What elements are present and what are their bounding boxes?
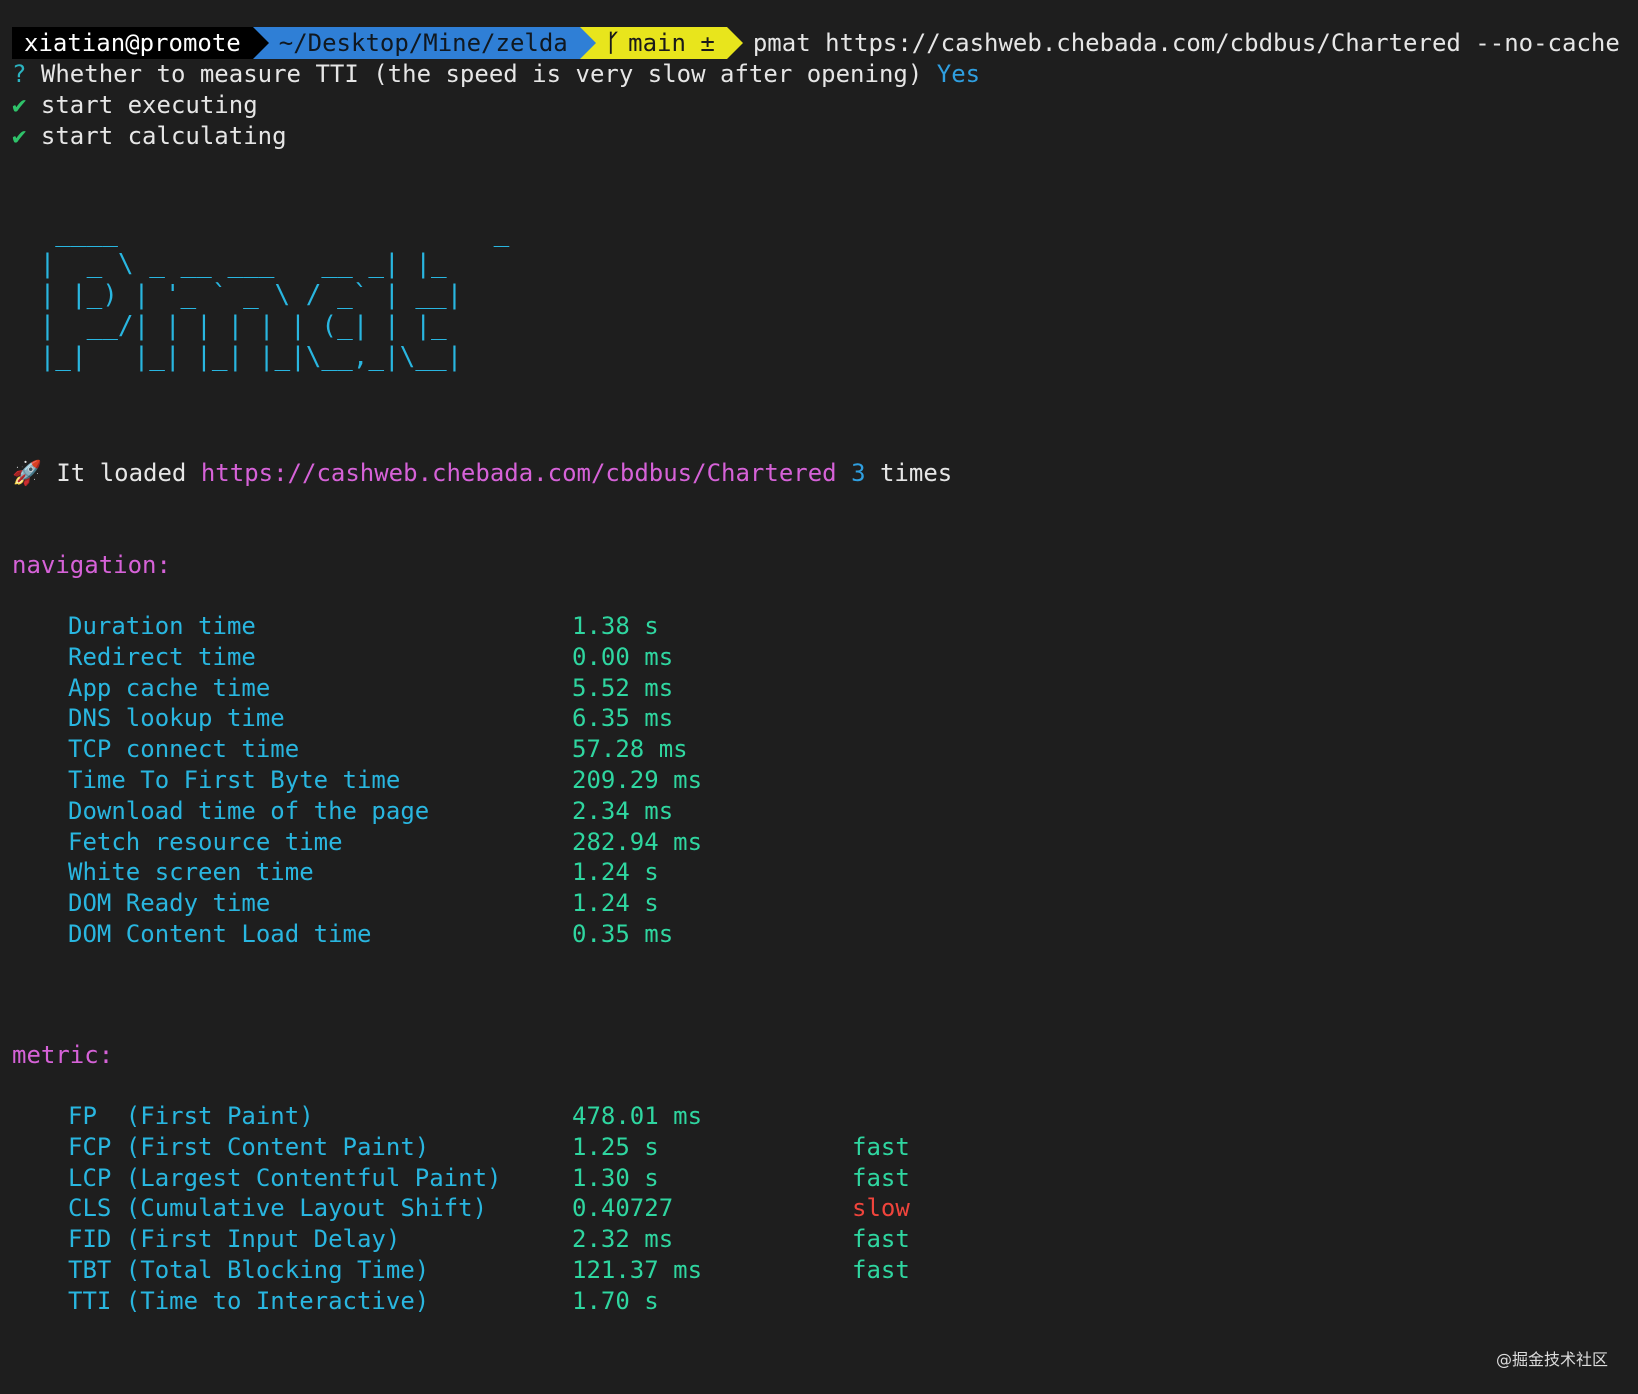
question-text: Whether to measure TTI (the speed is ver… (26, 60, 937, 88)
metric-label: Time To First Byte time (68, 766, 401, 794)
metric-value: 1.24 s (572, 889, 659, 918)
metric-value: 2.32 ms (572, 1225, 674, 1254)
metric-label: TBT (Total Blocking Time) (68, 1256, 430, 1284)
table-row: White screen time 1.24 s (0, 856, 1638, 888)
table-row: TCP connect time 57.28 ms (0, 733, 1638, 765)
metric-label: Fetch resource time (68, 827, 343, 856)
step-line: ✔ start executing (12, 89, 258, 121)
table-row: Redirect time 0.00 ms (0, 641, 1638, 673)
table-row: CLS (Cumulative Layout Shift) 0.40727 slow (0, 1192, 1638, 1224)
metric-value: 0.00 ms (572, 642, 674, 671)
metric-label: TTI (Time to Interactive) (68, 1286, 430, 1315)
metric-label: FID (First Input Delay) (68, 1225, 401, 1254)
table-row: FID (First Input Delay) 2.32 ms fast (0, 1223, 1638, 1255)
metric-value: 478.01 ms (572, 1102, 703, 1130)
rocket-icon: 🚀 (12, 459, 42, 487)
metric-value: 57.28 ms (572, 735, 688, 764)
check-icon: ✔ (12, 91, 27, 119)
table-row: TTI (Time to Interactive) 1.70 s (0, 1285, 1638, 1317)
metric-value: 6.35 ms (572, 704, 674, 733)
prompt-separator-icon (252, 27, 269, 59)
prompt-user: xiatian@promote (24, 29, 241, 57)
loaded-line: 🚀 It loaded https://cashweb.chebada.com/… (12, 457, 952, 489)
loaded-count: 3 (851, 459, 866, 487)
table-row: DOM Ready time 1.24 s (0, 887, 1638, 919)
loaded-prefix: It loaded (41, 459, 201, 487)
watermark: @掘金技术社区 (1495, 1350, 1608, 1369)
prompt-separator-icon (726, 27, 743, 59)
metric-value: 0.35 ms (572, 920, 674, 948)
step-text: start calculating (26, 122, 287, 150)
metric-value: 1.38 s (572, 612, 659, 640)
metric-value: 282.94 ms (572, 827, 703, 856)
metric-label: DNS lookup time (68, 704, 285, 733)
prompt-path: ~/Desktop/Mine/zelda (278, 29, 568, 57)
metric-rating: fast (852, 1163, 910, 1192)
table-row: Time To First Byte time 209.29 ms (0, 764, 1638, 796)
git-branch-icon: ᚴ (605, 29, 621, 57)
navigation-heading: navigation: (12, 551, 171, 579)
table-row: Fetch resource time 282.94 ms (0, 826, 1638, 858)
metric-label: LCP (Largest Contentful Paint) (68, 1163, 502, 1192)
table-row: DNS lookup time 6.35 ms (0, 702, 1638, 734)
metric-value: 5.52 ms (572, 673, 674, 702)
loaded-suffix: times (865, 459, 953, 487)
metric-value: 209.29 ms (572, 766, 703, 794)
table-row: FCP (First Content Paint) 1.25 s fast (0, 1131, 1638, 1163)
table-row: DOM Content Load time 0.35 ms (0, 918, 1638, 950)
loaded-url: https://cashweb.chebada.com/cbdbus/Chart… (200, 459, 837, 487)
prompt-separator-icon (579, 27, 596, 59)
metric-heading: metric: (12, 1041, 114, 1069)
table-row: App cache time 5.52 ms (0, 672, 1638, 704)
metric-label: Redirect time (68, 642, 256, 671)
metric-value: 1.30 s (572, 1163, 659, 1192)
metric-label: App cache time (68, 673, 271, 702)
metric-label: White screen time (68, 858, 314, 887)
metric-value: 1.25 s (572, 1132, 659, 1161)
question-mark-icon: ? (12, 60, 27, 88)
prompt-path-segment: ~/Desktop/Mine/zelda (252, 27, 596, 59)
metric-value: 1.24 s (572, 858, 659, 887)
metric-label: TCP connect time (68, 735, 300, 764)
question-line: ? Whether to measure TTI (the speed is v… (12, 58, 980, 90)
step-line: ✔ start calculating (12, 120, 287, 152)
metric-label: FCP (First Content Paint) (68, 1132, 430, 1161)
question-answer: Yes (936, 60, 981, 88)
metric-rating: slow (852, 1194, 910, 1223)
metric-rating: fast (852, 1256, 910, 1284)
prompt-user-segment: xiatian@promote (12, 27, 269, 59)
shell-prompt: xiatian@promote ~/Desktop/Mine/zelda ᚴ ma… (12, 27, 1620, 59)
table-row: TBT (Total Blocking Time) 121.37 ms fast (0, 1254, 1638, 1286)
ascii-logo: ____ _ | _ \ _ __ ___ __ _| |_ | |_) | '… (39, 218, 510, 372)
metric-label: CLS (Cumulative Layout Shift) (68, 1194, 488, 1223)
metric-label: DOM Content Load time (68, 920, 372, 948)
table-row: Duration time 1.38 s (0, 610, 1638, 642)
metric-rating: fast (852, 1132, 910, 1161)
metric-label: Download time of the page (68, 796, 430, 825)
metric-value: 1.70 s (572, 1286, 659, 1315)
metric-rating: fast (852, 1225, 910, 1254)
prompt-branch: main ± (628, 29, 715, 57)
metric-label: DOM Ready time (68, 889, 271, 918)
command-text: pmat https://cashweb.chebada.com/cbdbus/… (752, 29, 1620, 57)
metric-value: 121.37 ms (572, 1256, 703, 1284)
step-text: start executing (26, 91, 258, 119)
check-icon: ✔ (12, 122, 27, 150)
prompt-git-segment: ᚴ main ± (579, 27, 743, 59)
metric-label: FP (First Paint) (68, 1102, 314, 1130)
table-row: FP (First Paint) 478.01 ms (0, 1100, 1638, 1132)
metric-value: 2.34 ms (572, 796, 674, 825)
table-row: LCP (Largest Contentful Paint) 1.30 s fast (0, 1162, 1638, 1194)
table-row: Download time of the page 2.34 ms (0, 795, 1638, 827)
metric-label: Duration time (68, 612, 256, 640)
metric-value: 0.40727 (572, 1194, 674, 1223)
